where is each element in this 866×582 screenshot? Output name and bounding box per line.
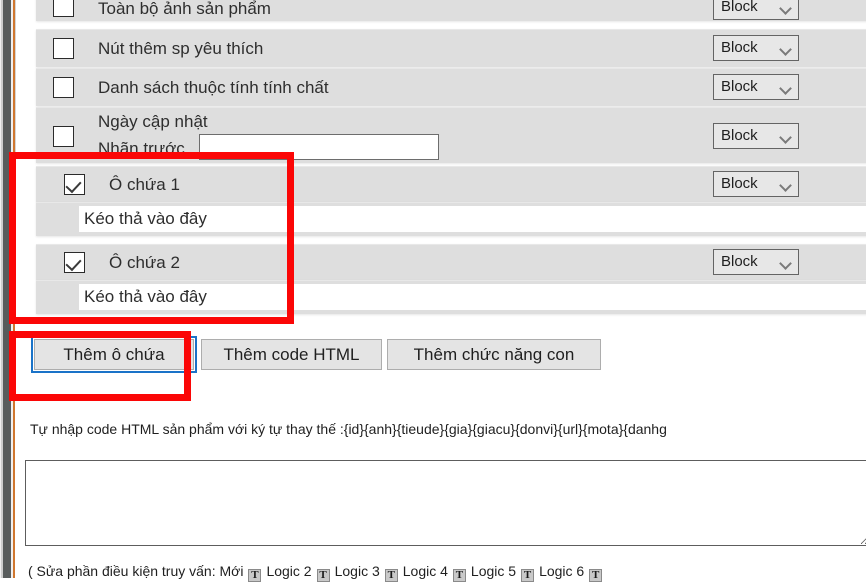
prefix-label-input[interactable] [199,134,439,160]
html-code-textarea[interactable] [25,460,866,546]
list-item[interactable]: Ngày cập nhật Nhãn trước Block [36,107,866,163]
display-mode-value: Block [721,127,758,144]
page-scrollbar-thumb[interactable] [3,0,11,578]
page-scrollbar-track[interactable] [1,0,11,578]
footer-link-logic-4[interactable]: Logic 4 [403,563,448,579]
list-item[interactable]: Danh sách thuộc tính tính chất Block [36,68,866,106]
row-checkbox[interactable] [53,126,74,147]
text-tool-icon[interactable]: T [589,569,603,582]
chevron-down-icon [781,4,790,13]
chevron-down-icon [781,181,790,190]
list-item[interactable]: Nút thêm sp yêu thích Block [36,29,866,67]
footer-link-logic-3[interactable]: Logic 3 [335,563,380,579]
list-item[interactable]: Ô chứa 2 Block [36,244,866,280]
action-button-bar: Thêm ô chứa Thêm code HTML Thêm chức năn… [15,326,866,384]
left-chrome [0,0,14,578]
display-mode-select[interactable]: Block [713,171,799,197]
footer-link-logic-5[interactable]: Logic 5 [471,563,516,579]
footer-link-logic-2[interactable]: Logic 2 [266,563,311,579]
display-mode-select[interactable]: Block [713,0,799,20]
display-mode-value: Block [721,253,758,270]
row-checkbox[interactable] [53,38,74,59]
chevron-down-icon [781,84,790,93]
add-html-code-button[interactable]: Thêm code HTML [201,339,382,370]
list-item-label: Ô chứa 2 [109,253,180,272]
display-mode-select[interactable]: Block [713,35,799,61]
text-tool-icon[interactable]: T [248,569,262,582]
display-mode-value: Block [721,175,758,192]
chevron-down-icon [781,45,790,54]
add-sub-feature-button[interactable]: Thêm chức năng con [387,339,601,370]
container-2-body: Kéo thả vào đây [36,280,866,314]
list-item-label: Ngày cập nhật [98,112,208,131]
list-item[interactable]: Ô chứa 1 Block [36,166,866,202]
display-mode-select[interactable]: Block [713,74,799,100]
text-tool-icon[interactable]: T [384,569,398,582]
display-mode-value: Block [721,78,758,95]
list-item-sub-label: Nhãn trước [98,139,185,158]
panel-left-border [15,0,16,322]
screenshot-root: Toàn bộ ảnh sản phẩm Block Nút thêm sp y… [0,0,866,582]
text-tool-icon[interactable]: T [316,569,330,582]
chevron-down-icon [781,259,790,268]
row-checkbox[interactable] [53,0,74,17]
feature-list-panel: Toàn bộ ảnh sản phẩm Block Nút thêm sp y… [15,0,866,322]
chevron-down-icon [781,133,790,142]
add-container-button[interactable]: Thêm ô chứa [31,336,197,373]
text-tool-icon[interactable]: T [452,569,466,582]
container-1-body: Kéo thả vào đây [36,202,866,236]
row-checkbox-container-1[interactable] [64,174,85,195]
display-mode-select[interactable]: Block [713,249,799,275]
dropzone-container-1[interactable]: Kéo thả vào đây [79,206,866,232]
dropzone-container-2[interactable]: Kéo thả vào đây [79,284,866,310]
footer-prefix: ( Sửa phần điều kiện truy vấn: Mới [28,563,244,579]
query-condition-footer: ( Sửa phần điều kiện truy vấn: Mới T Logic… [28,562,607,582]
list-item-label: Nút thêm sp yêu thích [98,39,264,58]
list-item[interactable]: Toàn bộ ảnh sản phẩm Block [36,0,866,21]
row-checkbox[interactable] [53,77,74,98]
text-tool-icon[interactable]: T [521,569,535,582]
html-code-hint: Tự nhập code HTML sản phẩm với ký tự tha… [30,421,667,437]
row-checkbox-container-2[interactable] [64,252,85,273]
display-mode-select[interactable]: Block [713,123,799,149]
footer-link-logic-6[interactable]: Logic 6 [539,563,584,579]
display-mode-value: Block [721,39,758,56]
list-item-label: Danh sách thuộc tính tính chất [98,78,329,97]
list-item-label: Toàn bộ ảnh sản phẩm [98,0,271,18]
display-mode-value: Block [721,0,758,15]
list-item-label: Ô chứa 1 [109,175,180,194]
